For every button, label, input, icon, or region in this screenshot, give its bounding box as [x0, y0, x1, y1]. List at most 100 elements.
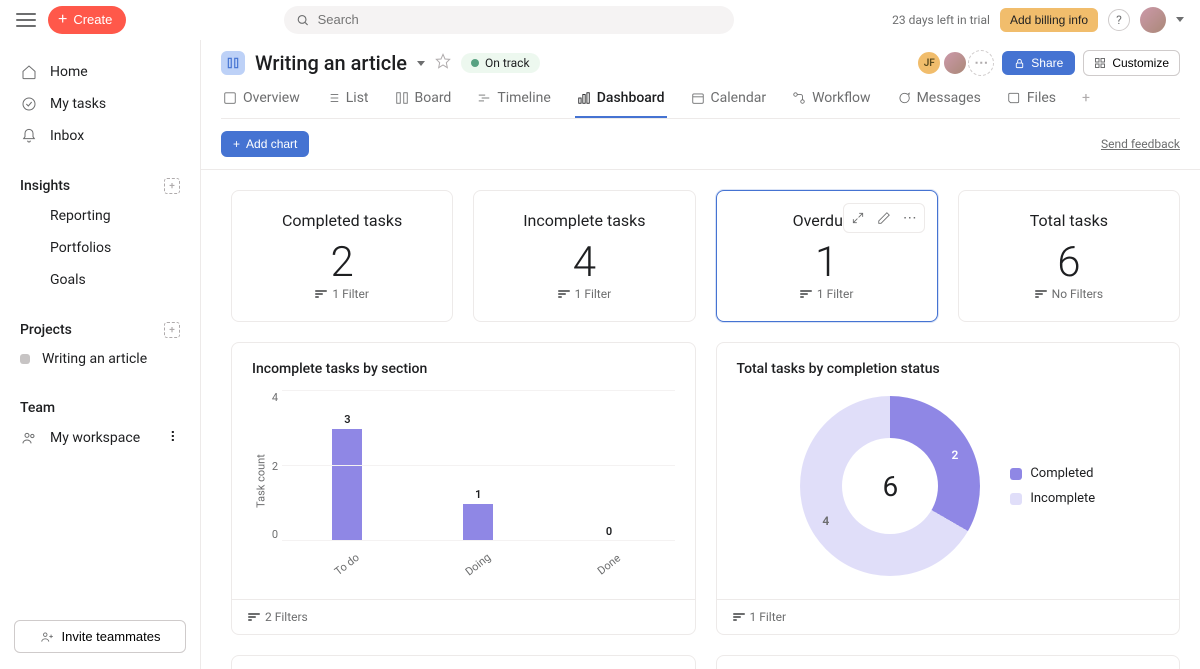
star-icon[interactable] [435, 53, 451, 73]
board-icon [395, 91, 409, 105]
stat-filter: 1 Filter [242, 287, 442, 301]
portfolios-icon [20, 239, 38, 257]
chart-footer[interactable]: 2 Filters [232, 599, 695, 634]
create-button[interactable]: + Create [48, 6, 126, 34]
legend-swatch-icon [1010, 493, 1022, 505]
sidebar-section-team[interactable]: Team [0, 394, 200, 422]
sidebar-item-home[interactable]: Home [0, 56, 200, 88]
add-chart-button[interactable]: +Add chart [221, 131, 309, 157]
sidebar-item-goals[interactable]: Goals [0, 264, 200, 296]
sidebar-item-reporting[interactable]: Reporting [0, 200, 200, 232]
stat-value: 6 [969, 238, 1169, 287]
share-button[interactable]: Share [1002, 51, 1075, 75]
tab-timeline[interactable]: Timeline [475, 90, 552, 118]
sidebar-section-insights[interactable]: Insights + [0, 172, 200, 200]
invite-teammates-button[interactable]: Invite teammates [14, 620, 186, 653]
timeline-icon [477, 91, 491, 105]
chevron-down-icon[interactable] [1176, 17, 1184, 22]
bar-chart-card[interactable]: Incomplete tasks by section Task count 4… [231, 342, 696, 635]
more-icon[interactable]: ⋯ [899, 207, 921, 229]
chart-title: Incomplete tasks by section [252, 361, 675, 377]
chart-footer[interactable]: 1 Filter [717, 599, 1180, 634]
stat-card-total[interactable]: Total tasks 6 No Filters [958, 190, 1180, 322]
legend-item: Completed [1010, 466, 1095, 481]
help-button[interactable]: ? [1108, 9, 1130, 31]
legend-item: Incomplete [1010, 491, 1095, 506]
filter-icon [733, 613, 745, 621]
tab-add-button[interactable]: + [1080, 90, 1092, 118]
card-hover-actions: ⋯ [843, 203, 925, 233]
search-input[interactable] [284, 6, 734, 34]
tab-calendar[interactable]: Calendar [689, 90, 769, 118]
project-color-icon [20, 354, 30, 364]
filter-icon [558, 290, 570, 298]
tab-workflow[interactable]: Workflow [790, 90, 873, 118]
donut-chart: 6 2 4 [800, 396, 980, 576]
status-pill[interactable]: On track [461, 53, 540, 73]
y-axis-label: Task count [254, 454, 267, 508]
add-member-button[interactable]: ⋯ [968, 50, 994, 76]
calendar-icon [691, 91, 705, 105]
member-avatar[interactable] [942, 50, 968, 76]
member-avatar[interactable]: JF [916, 50, 942, 76]
project-title[interactable]: Writing an article [255, 51, 407, 75]
add-project-button[interactable]: + [164, 322, 180, 338]
stat-title: Total tasks [969, 211, 1169, 230]
donut-center-value: 6 [800, 396, 980, 576]
sidebar-item-workspace[interactable]: My workspace ⠇ [0, 422, 200, 454]
edit-icon[interactable] [873, 207, 895, 229]
stat-card-incomplete[interactable]: Incomplete tasks 4 1 Filter [473, 190, 695, 322]
send-feedback-link[interactable]: Send feedback [1101, 137, 1180, 151]
list-icon [326, 91, 340, 105]
chart-title: Total tasks by completion status [737, 361, 1160, 377]
create-label: Create [73, 12, 112, 27]
bar-chart: Task count 420 310 To doDoingDone [252, 391, 675, 571]
expand-icon[interactable] [847, 207, 869, 229]
tab-board[interactable]: Board [393, 90, 454, 118]
sidebar-item-project[interactable]: Writing an article [0, 344, 200, 374]
avatar[interactable] [1140, 7, 1166, 33]
sidebar-section-projects[interactable]: Projects + [0, 316, 200, 344]
filter-icon [1035, 290, 1047, 298]
overview-icon [223, 91, 237, 105]
stat-filter: 1 Filter [727, 287, 927, 301]
team-details-button[interactable]: ⠇ [170, 430, 180, 446]
upcoming-chart-card[interactable]: Upcoming tasks by assignee [231, 655, 696, 669]
plus-icon: + [233, 137, 240, 151]
tab-files[interactable]: Files [1005, 90, 1058, 118]
donut-chart-card[interactable]: Total tasks by completion status 6 2 4 C… [716, 342, 1181, 635]
completion-chart-card[interactable]: Task completion over time [716, 655, 1181, 669]
reporting-icon [20, 207, 38, 225]
chart-legend: Completed Incomplete [1010, 466, 1095, 506]
donut-segment-label: 2 [951, 448, 958, 462]
stat-value: 4 [484, 238, 684, 287]
tab-messages[interactable]: Messages [895, 90, 983, 118]
files-icon [1007, 91, 1021, 105]
tab-list[interactable]: List [324, 90, 371, 118]
donut-segment-label: 4 [822, 514, 829, 528]
stat-title: Completed tasks [242, 211, 442, 230]
project-menu-chevron-icon[interactable] [417, 61, 425, 66]
add-insight-button[interactable]: + [164, 178, 180, 194]
sidebar-item-mytasks[interactable]: My tasks [0, 88, 200, 120]
check-circle-icon [20, 95, 38, 113]
sidebar-label: Home [50, 64, 88, 80]
project-icon[interactable] [221, 51, 245, 75]
customize-button[interactable]: Customize [1083, 50, 1180, 76]
sidebar-item-inbox[interactable]: Inbox [0, 120, 200, 152]
search-icon [296, 13, 309, 27]
tab-overview[interactable]: Overview [221, 90, 302, 118]
search-field[interactable] [318, 12, 723, 27]
stat-title: Incomplete tasks [484, 211, 684, 230]
stat-card-overdue[interactable]: ⋯ Overdue t 1 1 Filter [716, 190, 938, 322]
sidebar-label: Inbox [50, 128, 84, 144]
stat-card-completed[interactable]: Completed tasks 2 1 Filter [231, 190, 453, 322]
messages-icon [897, 91, 911, 105]
plus-icon: + [58, 12, 67, 28]
status-dot-icon [471, 59, 479, 67]
goals-icon [20, 271, 38, 289]
sidebar-item-portfolios[interactable]: Portfolios [0, 232, 200, 264]
tab-dashboard[interactable]: Dashboard [575, 90, 667, 118]
billing-button[interactable]: Add billing info [1000, 8, 1098, 32]
sidebar-toggle[interactable] [16, 13, 36, 27]
